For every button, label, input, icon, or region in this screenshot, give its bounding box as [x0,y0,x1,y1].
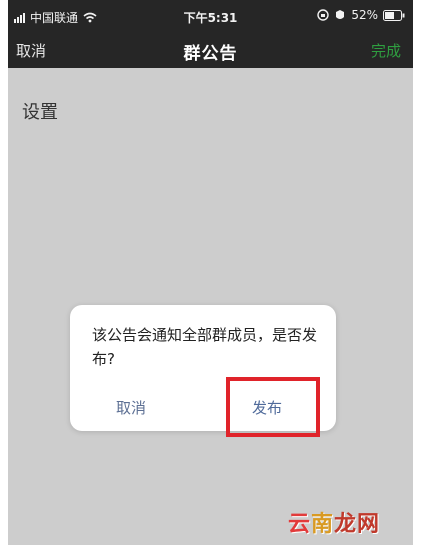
battery-percent: 52% [351,8,378,22]
orientation-lock-icon [317,9,330,21]
site-watermark: 云南龙网 [288,506,380,538]
announcement-text[interactable]: 设置 [22,98,58,124]
dialog-cancel-button[interactable]: 取消 [116,397,146,418]
phone-screen: 中国联通 下午5:31 52% 取消 群公告 完成 设置 [8,0,413,545]
done-button[interactable]: 完成 [371,40,401,61]
watermark-part2: 南 [311,512,335,537]
status-bar: 中国联通 下午5:31 52% [8,0,413,32]
watermark-part3: 龙网 [334,512,381,537]
publish-highlight-box [226,377,320,437]
dialog-message: 该公告会通知全部群成员，是否发布? [92,326,318,368]
watermark-part1: 云 [288,512,312,537]
battery-icon [383,9,405,21]
status-right: 52% [317,8,405,22]
page-title: 群公告 [183,44,238,64]
alarm-icon [336,10,345,19]
nav-bar: 取消 群公告 完成 [8,32,413,68]
